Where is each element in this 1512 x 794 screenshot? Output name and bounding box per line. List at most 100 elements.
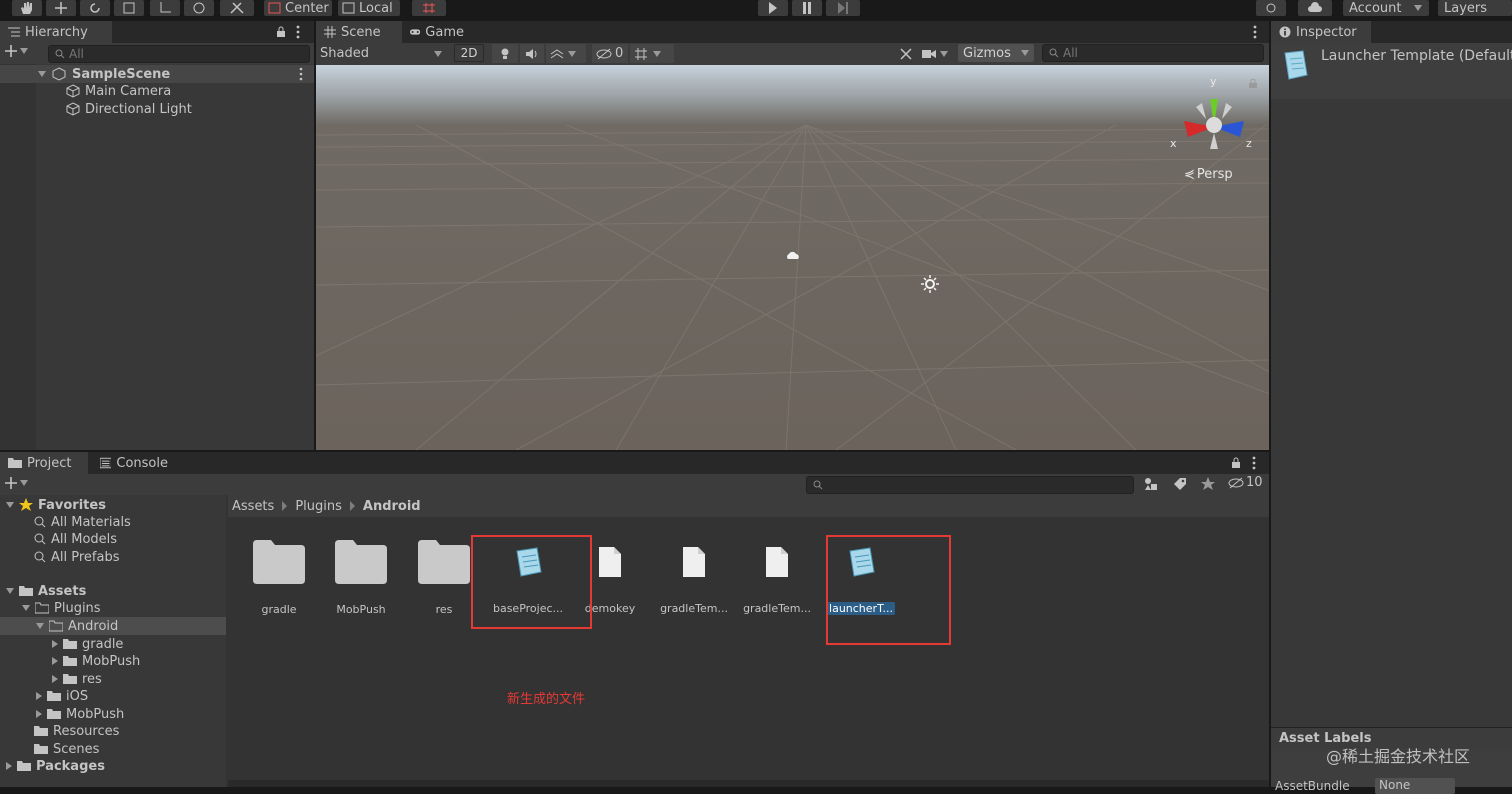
light-gizmo-icon[interactable] bbox=[921, 275, 939, 293]
favorite-item[interactable]: All Materials bbox=[34, 513, 131, 531]
ios-folder-row[interactable]: iOS bbox=[36, 687, 88, 705]
kebab-menu-icon[interactable] bbox=[1252, 25, 1258, 39]
tab-scene-label: Scene bbox=[341, 24, 381, 40]
custom-tool-button[interactable] bbox=[220, 0, 254, 16]
scene-viewport[interactable]: y x z ⋞ Persp bbox=[316, 65, 1269, 450]
create-asset-button[interactable] bbox=[5, 477, 28, 489]
orientation-gizmo[interactable]: y x z bbox=[1166, 73, 1266, 173]
effects-dropdown[interactable] bbox=[546, 44, 586, 63]
android-child-row[interactable]: gradle bbox=[52, 635, 123, 653]
expand-arrow-icon bbox=[38, 71, 46, 77]
scale-tool-button[interactable] bbox=[114, 0, 144, 16]
hierarchy-search-input[interactable]: All bbox=[48, 45, 310, 63]
shading-mode-dropdown[interactable]: Shaded bbox=[316, 44, 446, 63]
collapse-arrow-icon bbox=[6, 762, 12, 770]
inspector-title: Launcher Template (Default bbox=[1321, 48, 1512, 64]
scene-row[interactable]: SampleScene bbox=[0, 65, 314, 83]
favorites-label: Favorites bbox=[38, 497, 106, 513]
grid-snapping-dropdown[interactable] bbox=[630, 44, 674, 63]
tag-icon[interactable] bbox=[1173, 477, 1187, 491]
tab-project[interactable]: Project bbox=[0, 452, 88, 474]
kebab-menu-icon[interactable] bbox=[298, 67, 304, 81]
lock-icon[interactable] bbox=[276, 26, 286, 38]
chevron-down-icon bbox=[653, 50, 661, 57]
tab-scene[interactable]: Scene bbox=[316, 21, 402, 43]
tab-inspector[interactable]: Inspector bbox=[1271, 21, 1371, 43]
gizmos-dropdown[interactable]: Gizmos bbox=[958, 44, 1034, 62]
move-tool-button[interactable] bbox=[46, 0, 76, 16]
favorites-row[interactable]: Favorites bbox=[6, 496, 106, 514]
create-button[interactable] bbox=[5, 45, 28, 57]
scene-visibility-toggle[interactable]: 0 bbox=[592, 44, 628, 63]
layers-label: Layers bbox=[1444, 0, 1488, 16]
pivot-rotation-button[interactable]: Local bbox=[338, 0, 400, 16]
favorite-item-label: All Models bbox=[51, 531, 118, 547]
account-dropdown[interactable]: Account bbox=[1343, 0, 1429, 16]
mobpush-folder-row[interactable]: MobPush bbox=[36, 705, 124, 723]
breadcrumb-item[interactable]: Assets bbox=[232, 499, 274, 514]
asset-item-folder[interactable]: gradle bbox=[239, 540, 319, 616]
project-tree: Favorites All Materials All Models All P… bbox=[0, 495, 226, 787]
project-search-input[interactable] bbox=[806, 476, 1134, 494]
scenes-folder-row[interactable]: Scenes bbox=[34, 740, 99, 758]
asset-item-file[interactable]: gradleTem... bbox=[654, 545, 734, 615]
plugins-folder-row[interactable]: Plugins bbox=[22, 599, 101, 617]
hidden-packages-toggle[interactable]: 10 bbox=[1228, 475, 1263, 490]
resources-folder-label: Resources bbox=[53, 723, 120, 739]
rect-tool-button[interactable] bbox=[150, 0, 180, 16]
scene-tabbar: Scene Game bbox=[316, 21, 1269, 43]
play-button[interactable] bbox=[758, 0, 788, 16]
hidden-packages-count: 10 bbox=[1246, 475, 1263, 490]
tab-console[interactable]: Console bbox=[92, 452, 176, 474]
collab-icon bbox=[1266, 3, 1276, 13]
pivot-mode-button[interactable]: Center bbox=[264, 0, 332, 16]
breadcrumb-item[interactable]: Android bbox=[363, 499, 421, 514]
expand-arrow-icon bbox=[22, 605, 30, 611]
favorite-item[interactable]: All Prefabs bbox=[34, 548, 120, 566]
rotate-tool-button[interactable] bbox=[80, 0, 110, 16]
lighting-toggle[interactable] bbox=[492, 44, 518, 63]
transform-tool-button[interactable] bbox=[184, 0, 214, 16]
audio-toggle[interactable] bbox=[520, 44, 544, 63]
project-tabbar: Project Console bbox=[0, 452, 1269, 474]
assets-folder-row[interactable]: Assets bbox=[6, 582, 86, 600]
expand-arrow-icon bbox=[6, 588, 14, 594]
collab-button[interactable] bbox=[1256, 0, 1286, 16]
layers-dropdown[interactable]: Layers bbox=[1438, 0, 1512, 16]
kebab-menu-icon[interactable] bbox=[295, 25, 301, 39]
star-icon[interactable] bbox=[1201, 477, 1215, 491]
chevron-down-icon bbox=[20, 48, 28, 54]
resources-folder-row[interactable]: Resources bbox=[34, 722, 119, 740]
tab-game[interactable]: Game bbox=[402, 21, 472, 43]
asset-bundle-value: None bbox=[1379, 778, 1411, 792]
asset-item-file[interactable]: gradleTem... bbox=[737, 545, 817, 615]
lock-icon[interactable] bbox=[1248, 79, 1258, 89]
gameobject-icon bbox=[66, 84, 80, 98]
filter-by-type-icon[interactable] bbox=[1143, 477, 1159, 491]
asset-bundle-dropdown[interactable]: None bbox=[1375, 778, 1455, 794]
step-button[interactable] bbox=[826, 0, 860, 16]
projection-toggle[interactable]: ⋞ Persp bbox=[1184, 167, 1233, 182]
tools-button[interactable] bbox=[894, 44, 918, 63]
android-child-row[interactable]: res bbox=[52, 670, 102, 688]
mode-2d-button[interactable]: 2D bbox=[454, 44, 484, 62]
favorite-item[interactable]: All Models bbox=[34, 530, 117, 548]
hierarchy-item[interactable]: Main Camera bbox=[66, 82, 171, 100]
android-child-row[interactable]: MobPush bbox=[52, 652, 140, 670]
cloud-button[interactable] bbox=[1298, 0, 1332, 16]
asset-item-folder[interactable]: MobPush bbox=[321, 540, 401, 616]
lock-icon[interactable] bbox=[1231, 457, 1241, 469]
scene-search-input[interactable]: All bbox=[1042, 44, 1264, 62]
camera-dropdown[interactable] bbox=[922, 44, 956, 63]
camera-icon bbox=[922, 49, 936, 58]
camera-gizmo-icon[interactable] bbox=[786, 251, 800, 261]
tab-hierarchy[interactable]: Hierarchy bbox=[0, 21, 112, 43]
android-folder-row[interactable]: Android bbox=[0, 617, 226, 635]
kebab-menu-icon[interactable] bbox=[1251, 456, 1257, 470]
hierarchy-item[interactable]: Directional Light bbox=[66, 100, 192, 118]
grid-snap-button[interactable] bbox=[412, 0, 446, 16]
breadcrumb-item[interactable]: Plugins bbox=[295, 499, 342, 514]
packages-folder-row[interactable]: Packages bbox=[6, 757, 105, 775]
pause-button[interactable] bbox=[792, 0, 822, 16]
hand-tool-button[interactable] bbox=[12, 0, 42, 16]
